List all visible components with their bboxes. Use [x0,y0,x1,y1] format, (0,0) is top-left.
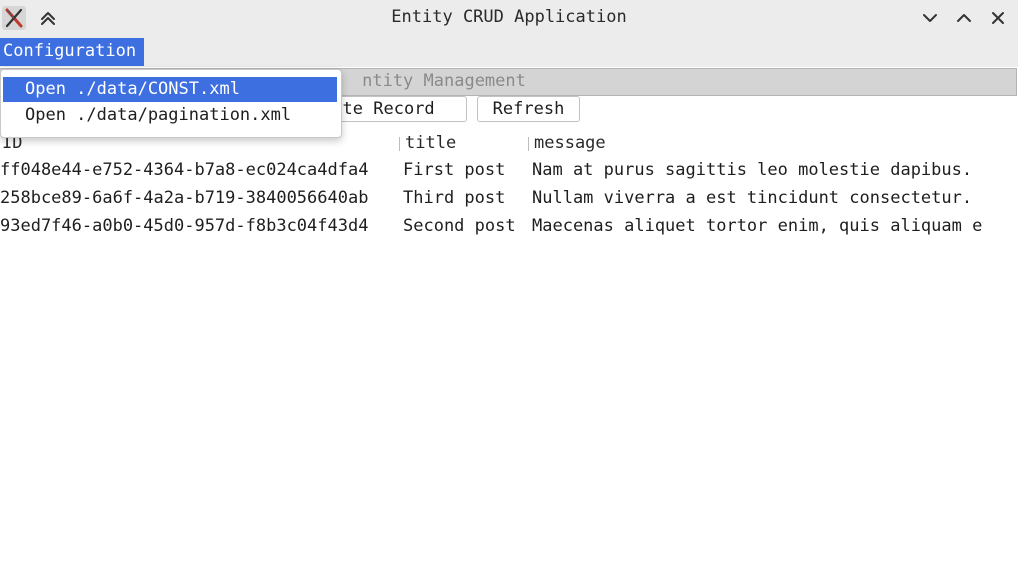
cell-title: First post [403,160,506,180]
menu-bar: Configuration [0,36,1018,67]
x-app-icon[interactable] [2,6,26,30]
double-chevron-up-icon[interactable] [38,8,58,28]
column-header-title[interactable]: title [405,130,456,156]
column-separator[interactable] [399,137,400,151]
app-window: Entity CRUD Application Configuration nt… [0,0,1018,567]
close-icon[interactable] [988,8,1008,28]
entity-table: ID title message ff048e44-e752-4364-b7a8… [0,130,1018,240]
cell-message: Nullam viverra a est tincidunt consectet… [532,188,973,208]
table-row[interactable]: 93ed7f46-a0b0-45d0-957d-f8b3c04f43d4 Sec… [0,212,1018,240]
menu-item-open-const[interactable]: Open ./data/CONST.xml [3,77,337,102]
cell-title: Second post [403,216,516,236]
table-row[interactable]: ff048e44-e752-4364-b7a8-ec024ca4dfa4 Fir… [0,156,1018,184]
table-row[interactable]: 258bce89-6a6f-4a2a-b719-3840056640ab Thi… [0,184,1018,212]
column-separator[interactable] [528,137,529,151]
menu-configuration[interactable]: Configuration [0,38,145,66]
window-title: Entity CRUD Application [391,7,627,27]
chevron-up-icon[interactable] [954,8,974,28]
cell-id: ff048e44-e752-4364-b7a8-ec024ca4dfa4 [0,160,369,180]
cell-message: Nam at purus sagittis leo molestie dapib… [532,160,973,180]
refresh-button[interactable]: Refresh [477,96,580,122]
cell-id: 93ed7f46-a0b0-45d0-957d-f8b3c04f43d4 [0,216,369,236]
configuration-dropdown: Open ./data/CONST.xml Open ./data/pagina… [0,69,342,138]
chevron-down-icon[interactable] [920,8,940,28]
cell-message: Maecenas aliquet tortor enim, quis aliqu… [532,216,983,236]
column-header-message[interactable]: message [534,130,606,156]
cell-title: Third post [403,188,506,208]
menu-item-open-pagination[interactable]: Open ./data/pagination.xml [3,103,337,128]
cell-id: 258bce89-6a6f-4a2a-b719-3840056640ab [0,188,369,208]
title-bar: Entity CRUD Application [0,0,1018,36]
frame-title: ntity Management [362,71,526,91]
